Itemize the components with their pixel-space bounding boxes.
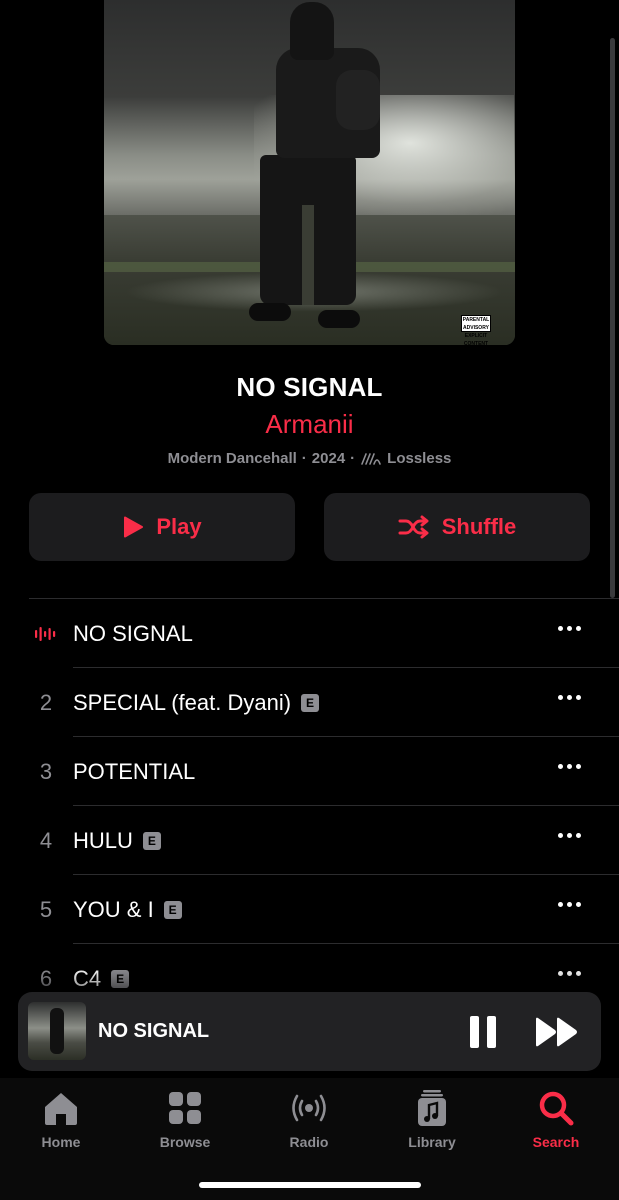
more-options-button[interactable] bbox=[558, 902, 581, 907]
play-button-label: Play bbox=[156, 514, 202, 539]
tab-browse[interactable]: Browse bbox=[135, 1088, 235, 1150]
artwork-figure-shoe-right bbox=[318, 310, 360, 328]
tab-radio[interactable]: Radio bbox=[259, 1088, 359, 1150]
track-title: YOU & I E bbox=[73, 875, 182, 944]
tab-label: Browse bbox=[159, 1134, 211, 1150]
track-title-text: POTENTIAL bbox=[73, 759, 196, 784]
track-title-text: SPECIAL (feat. Dyani) bbox=[73, 690, 292, 715]
tab-label: Search bbox=[532, 1134, 580, 1150]
play-icon bbox=[124, 516, 144, 538]
track-row-5[interactable]: 5 YOU & I E bbox=[0, 875, 619, 944]
more-options-button[interactable] bbox=[558, 764, 581, 769]
track-title: SPECIAL (feat. Dyani) E bbox=[73, 668, 320, 737]
album-meta: Modern Dancehall · 2024 · Lossless bbox=[0, 450, 619, 467]
album-quality: Lossless bbox=[387, 450, 452, 467]
explicit-badge: E bbox=[301, 693, 320, 712]
track-row-3[interactable]: 3 POTENTIAL bbox=[0, 737, 619, 806]
scroll-indicator[interactable] bbox=[610, 38, 615, 598]
shuffle-icon bbox=[398, 515, 429, 539]
meta-separator: · bbox=[350, 450, 356, 467]
album-year: 2024 bbox=[311, 450, 346, 467]
shuffle-button-label: Shuffle bbox=[441, 514, 517, 539]
now-playing-icon bbox=[35, 627, 56, 641]
artist-link[interactable]: Armanii bbox=[0, 409, 619, 440]
more-options-button[interactable] bbox=[558, 833, 581, 838]
more-options-button[interactable] bbox=[558, 971, 581, 976]
album-title: NO SIGNAL bbox=[236, 372, 383, 402]
track-title: POTENTIAL bbox=[73, 737, 195, 806]
pause-icon bbox=[470, 1016, 479, 1048]
parental-advisory-badge: PARENTAL ADVISORY EXPLICIT CONTENT bbox=[461, 315, 491, 345]
home-indicator[interactable] bbox=[199, 1182, 421, 1188]
track-title: NO SIGNAL bbox=[73, 599, 193, 668]
track-row-1[interactable]: NO SIGNAL bbox=[0, 599, 619, 668]
track-row-2[interactable]: 2 SPECIAL (feat. Dyani) E bbox=[0, 668, 619, 737]
mini-player-artwork bbox=[28, 1002, 86, 1060]
track-title-text: HULU bbox=[73, 828, 133, 853]
tab-library[interactable]: Library bbox=[382, 1088, 482, 1150]
tab-search[interactable]: Search bbox=[506, 1088, 606, 1150]
grid-icon bbox=[169, 1092, 201, 1124]
album-genre: Modern Dancehall bbox=[167, 450, 297, 467]
tab-label: Home bbox=[41, 1134, 81, 1150]
more-options-button[interactable] bbox=[558, 626, 581, 631]
more-options-button[interactable] bbox=[558, 695, 581, 700]
artwork-figure-arm bbox=[336, 70, 380, 130]
tab-home[interactable]: Home bbox=[11, 1088, 111, 1150]
artwork-figure-leg-gap bbox=[302, 205, 314, 305]
play-button[interactable]: Play bbox=[29, 493, 295, 561]
mini-player[interactable]: NO SIGNAL bbox=[18, 992, 601, 1071]
track-row-4[interactable]: 4 HULU E bbox=[0, 806, 619, 875]
skip-forward-button[interactable] bbox=[534, 1016, 580, 1048]
track-title-text: YOU & I bbox=[73, 897, 154, 922]
track-number: 2 bbox=[39, 690, 53, 715]
search-icon bbox=[539, 1091, 574, 1126]
shuffle-button[interactable]: Shuffle bbox=[324, 493, 590, 561]
track-number: 4 bbox=[39, 828, 53, 853]
artwork-figure-shoe-left bbox=[249, 303, 291, 321]
mini-player-title: NO SIGNAL bbox=[98, 1020, 210, 1042]
meta-separator: · bbox=[301, 450, 307, 467]
explicit-badge: E bbox=[142, 831, 161, 850]
track-title: HULU E bbox=[73, 806, 161, 875]
track-number: 5 bbox=[39, 897, 53, 922]
artwork-figure-head bbox=[290, 2, 334, 60]
album-artwork: PARENTAL ADVISORY EXPLICIT CONTENT bbox=[104, 0, 515, 345]
home-icon bbox=[45, 1093, 77, 1125]
pause-button[interactable] bbox=[468, 1016, 498, 1048]
tab-label: Library bbox=[408, 1134, 456, 1150]
library-icon bbox=[418, 1090, 446, 1126]
lossless-icon bbox=[361, 452, 381, 465]
tab-label: Radio bbox=[289, 1134, 329, 1150]
track-title-text: NO SIGNAL bbox=[73, 621, 193, 646]
track-number: 3 bbox=[39, 759, 53, 784]
radio-icon bbox=[292, 1094, 326, 1122]
explicit-badge: E bbox=[111, 969, 130, 988]
explicit-badge: E bbox=[163, 900, 182, 919]
